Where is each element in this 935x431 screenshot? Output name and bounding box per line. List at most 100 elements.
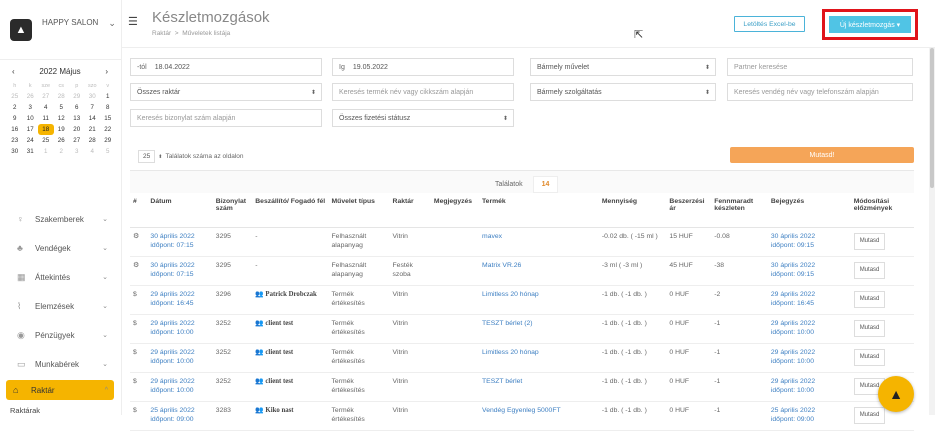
column-header[interactable]: Bejegyzés — [767, 193, 851, 228]
entry-time-link[interactable]: időpont: 10:00 — [771, 357, 848, 366]
entry-date-link[interactable]: 29 április 2022 — [771, 319, 848, 328]
time-link[interactable]: időpont: 07:15 — [150, 270, 209, 279]
calendar-day[interactable]: 25 — [38, 135, 54, 146]
calendar-next-button[interactable]: › — [105, 67, 108, 76]
calendar-day[interactable]: 9 — [7, 113, 23, 124]
entry-time-link[interactable]: időpont: 16:45 — [771, 299, 848, 308]
calendar-day[interactable]: 1 — [38, 146, 54, 157]
column-header[interactable]: Beszállító/ Fogadó fél — [252, 193, 329, 228]
column-header[interactable]: Beszerzési ár — [666, 193, 712, 228]
column-header[interactable]: # — [130, 193, 148, 228]
show-history-button[interactable]: Mutasd — [853, 348, 886, 366]
table-row[interactable]: $29 április 2022 időpont: 10:00 3252 👥 clie… — [130, 372, 914, 402]
table-row[interactable]: $25 április 2022 időpont: 09:00 3283 👥 Kiko… — [130, 401, 914, 431]
calendar-day[interactable]: 25 — [7, 91, 23, 102]
product-link[interactable]: Limitless 20 hónap — [482, 349, 539, 356]
column-header[interactable]: Termék — [479, 193, 599, 228]
calendar-day[interactable]: 4 — [38, 102, 54, 113]
hamburger-menu-icon[interactable]: ☰ — [128, 15, 138, 28]
table-row[interactable]: $29 április 2022 időpont: 10:00 3252 👥 clie… — [130, 314, 914, 344]
calendar-day[interactable]: 23 — [7, 135, 23, 146]
calendar-prev-button[interactable]: ‹ — [12, 67, 15, 76]
column-header[interactable]: Művelet típus — [328, 193, 390, 228]
calendar-day[interactable]: 14 — [85, 113, 101, 124]
calendar-day[interactable]: 5 — [100, 146, 116, 157]
calendar-day[interactable]: 1 — [100, 91, 116, 102]
breadcrumb-item[interactable]: Raktár — [152, 30, 171, 37]
calendar-day[interactable]: 4 — [85, 146, 101, 157]
calendar-day[interactable]: 29 — [100, 135, 116, 146]
time-link[interactable]: időpont: 16:45 — [150, 299, 209, 308]
entry-time-link[interactable]: időpont: 10:00 — [771, 328, 848, 337]
partner-search-input[interactable]: Partner keresése — [727, 58, 913, 76]
show-history-button[interactable]: Mutasd — [853, 232, 886, 250]
calendar-day[interactable]: 24 — [23, 135, 39, 146]
product-link[interactable]: Limitless 20 hónap — [482, 291, 539, 298]
date-from-input[interactable]: -tól 18.04.2022 — [130, 58, 322, 76]
sidebar-item-vend-gek[interactable]: ♣ Vendégek ⌄ — [0, 235, 122, 261]
action-select[interactable]: Bármely művelet ⬍ — [530, 58, 716, 76]
scrollbar[interactable] — [929, 48, 935, 415]
show-results-button[interactable]: Mutasd! — [730, 147, 914, 163]
calendar-day[interactable]: 27 — [38, 91, 54, 102]
calendar-day[interactable]: 28 — [54, 91, 70, 102]
show-history-button[interactable]: Mutasd — [853, 406, 886, 424]
date-link[interactable]: 29 április 2022 — [150, 348, 209, 357]
date-link[interactable]: 29 április 2022 — [150, 290, 209, 299]
product-search-input[interactable]: Keresés termék név vagy cikkszám alapján — [332, 83, 514, 101]
calendar-day[interactable]: 27 — [69, 135, 85, 146]
table-row[interactable]: $29 április 2022 időpont: 16:45 3296 👥 Patr… — [130, 285, 914, 315]
excel-download-button[interactable]: Letöltés Excel-be — [734, 16, 805, 32]
chevron-down-icon[interactable]: ⌄ — [108, 18, 116, 29]
calendar-day[interactable]: 19 — [54, 124, 70, 135]
calendar-day[interactable]: 5 — [54, 102, 70, 113]
calendar-day[interactable]: 2 — [7, 102, 23, 113]
calendar-day[interactable]: 12 — [54, 113, 70, 124]
date-link[interactable]: 29 április 2022 — [150, 319, 209, 328]
product-link[interactable]: mavex — [482, 233, 502, 240]
calendar-day[interactable]: 15 — [100, 113, 116, 124]
warehouse-select[interactable]: Összes raktár ⬍ — [130, 83, 322, 101]
table-row[interactable]: ⚙ 30 április 2022 időpont: 07:15 3295- Felha… — [130, 227, 914, 257]
calendar-day[interactable]: 11 — [38, 113, 54, 124]
calendar-day[interactable]: 26 — [54, 135, 70, 146]
entry-time-link[interactable]: időpont: 09:15 — [771, 270, 848, 279]
calendar-day[interactable]: 28 — [85, 135, 101, 146]
time-link[interactable]: időpont: 09:00 — [150, 415, 209, 424]
product-link[interactable]: TESZT bérlet — [482, 378, 522, 385]
calendar-day[interactable]: 3 — [69, 146, 85, 157]
date-link[interactable]: 30 április 2022 — [150, 232, 209, 241]
time-link[interactable]: időpont: 10:00 — [150, 357, 209, 366]
sidebar-item-szakemberek[interactable]: ♀ Szakemberek ⌄ — [0, 206, 122, 232]
product-link[interactable]: Matrix VR.26 — [482, 262, 521, 269]
sidebar-item-munkab-rek[interactable]: ▭ Munkabérek ⌄ — [0, 351, 122, 377]
entry-date-link[interactable]: 25 április 2022 — [771, 406, 848, 415]
sidebar-item-rakt-r[interactable]: ⌂ Raktár ^ — [6, 380, 114, 400]
calendar-day[interactable]: 6 — [69, 102, 85, 113]
guest-search-input[interactable]: Keresés vendég név vagy telefonszám alap… — [727, 83, 913, 101]
scrollbar-thumb[interactable] — [930, 48, 934, 188]
entry-date-link[interactable]: 29 április 2022 — [771, 290, 848, 299]
time-link[interactable]: időpont: 10:00 — [150, 328, 209, 337]
calendar-day[interactable]: 21 — [85, 124, 101, 135]
calendar-day[interactable]: 18 — [38, 124, 54, 135]
sidebar-item-p-nz-gyek[interactable]: ◉ Pénzügyek ⌄ — [0, 322, 122, 348]
product-link[interactable]: TESZT bérlet (2) — [482, 320, 533, 327]
calendar-day[interactable]: 10 — [23, 113, 39, 124]
calendar-day[interactable]: 20 — [69, 124, 85, 135]
calendar-day[interactable]: 30 — [85, 91, 101, 102]
sidebar-item-elemz-sek[interactable]: ⌇ Elemzések ⌄ — [0, 293, 122, 319]
time-link[interactable]: időpont: 07:15 — [150, 241, 209, 250]
date-link[interactable]: 25 április 2022 — [150, 406, 209, 415]
column-header[interactable]: Mennyiség — [598, 193, 667, 228]
column-header[interactable]: Raktár — [389, 193, 431, 228]
per-page-select[interactable]: 25 — [138, 150, 156, 163]
entry-time-link[interactable]: időpont: 09:00 — [771, 415, 848, 424]
column-header[interactable]: Fennmaradt készleten — [711, 193, 768, 228]
table-row[interactable]: $29 április 2022 időpont: 10:00 3252 👥 clie… — [130, 343, 914, 373]
brand-header[interactable]: ▲ HAPPY SALON ⌄ — [0, 0, 121, 60]
column-header[interactable]: Módosítási előzmények — [850, 193, 914, 228]
service-select[interactable]: Bármely szolgáltatás ⬍ — [530, 83, 716, 101]
calendar-day[interactable]: 26 — [23, 91, 39, 102]
new-stock-movement-button[interactable]: Új készletmozgás ▾ — [829, 16, 911, 33]
